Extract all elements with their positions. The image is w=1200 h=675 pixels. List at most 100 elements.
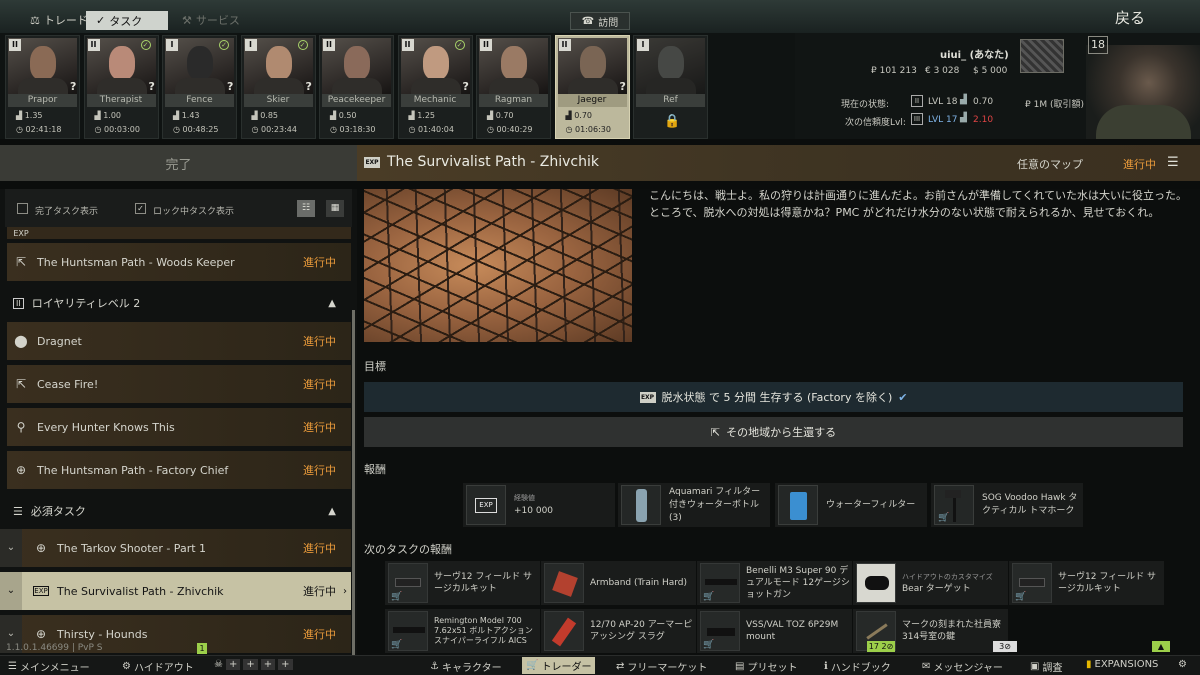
show-locked-checkbox[interactable]: ✓	[135, 203, 146, 214]
quest-huntsman-woods[interactable]: ⇱ The Huntsman Path - Woods Keeper 進行中	[7, 243, 351, 281]
trader-rep: ▟ 1.25	[408, 111, 436, 120]
trader-card-therapist[interactable]: II ✓? Therapist ▟ 1.00 ◷ 00:03:00	[83, 35, 159, 139]
tab-services[interactable]: ⚒ サービス	[172, 10, 250, 30]
next-reward-item[interactable]: Armband (Train Hard)	[541, 561, 696, 605]
rewards-label: 報酬	[364, 463, 386, 476]
next-level-label: 次の信頼度Lvl:	[845, 118, 906, 128]
grid-view-icon[interactable]: ▦	[326, 200, 344, 217]
list-view-icon[interactable]: ☷	[297, 200, 315, 217]
trader-timer: ◷ 00:40:29	[487, 125, 533, 134]
crosshair-icon: ⊕	[15, 463, 27, 477]
trader-card-peacekeeper[interactable]: II Peacekeeper ▟ 0.50 ◷ 03:18:30	[319, 35, 394, 139]
tab-tasks[interactable]: ✓ タスク	[86, 11, 168, 30]
trader-card-ragman[interactable]: II Ragman ▟ 0.70 ◷ 00:40:29	[476, 35, 551, 139]
filter-icon	[778, 485, 818, 525]
question-icon: ?	[619, 80, 626, 93]
next-reward-item[interactable]: ハイドアウトのカスタマイズ Bear ターゲット	[853, 561, 1008, 605]
next-reward-item[interactable]: 🛒 VSS/VAL TOZ 6P29M mount	[697, 609, 852, 653]
quest-every-hunter[interactable]: ⚲ Every Hunter Knows This 進行中	[7, 408, 351, 446]
trader-card-fence[interactable]: I ✓? Fence ▟ 1.43 ◷ 00:48:25	[162, 35, 237, 139]
rep-icon: ▟	[487, 111, 496, 120]
next-reward-item[interactable]: 🛒 Remington Model 700 7.62x51 ボルトアクションスナイ…	[385, 609, 540, 653]
survey-button[interactable]: ▣ 調査	[1030, 659, 1062, 674]
menu-icon: ☰	[8, 661, 17, 672]
traders-button[interactable]: 🛒 トレーダー	[522, 657, 596, 674]
quick-slots[interactable]: ☠ + + + +	[214, 659, 293, 670]
settings-icon[interactable]: ⚙	[1178, 659, 1187, 670]
clock-icon: ◷	[94, 125, 105, 134]
visit-button[interactable]: ☎ 訪問	[570, 12, 630, 30]
presets-button[interactable]: ▤ プリセット	[735, 659, 797, 674]
dollars-amount: $ 5 000	[973, 66, 1008, 76]
next-reward-item[interactable]: 🛒 サーヴ12 フィールド サージカルキット	[1009, 561, 1164, 605]
trader-card-prapor[interactable]: II? Prapor ▟ 1.35 ◷ 02:41:18	[5, 35, 80, 139]
trader-level-badge: II	[480, 39, 492, 51]
next-rep: 2.10	[973, 115, 994, 125]
mount-icon: 🛒	[700, 611, 740, 651]
quest-huntsman-factory[interactable]: ⊕ The Huntsman Path - Factory Chief 進行中	[7, 451, 351, 489]
trader-card-ref[interactable]: I Ref 🔒	[633, 35, 708, 139]
objectives-label: 目標	[364, 360, 386, 373]
surgical-kit-icon: 🛒	[388, 563, 428, 603]
chevron-right-icon: ›	[343, 585, 347, 597]
next-reward-item[interactable]: 🛒 サーヴ12 フィールド サージカルキット	[385, 561, 540, 605]
reward-tomahawk[interactable]: 🛒 SOG Voodoo Hawk タクティカル トマホーク	[931, 483, 1083, 527]
completed-tab[interactable]: 完了	[0, 145, 357, 181]
version-label: 1.1.0.1.46699 | PvP S	[6, 643, 103, 653]
next-reward-item[interactable]: 12/70 AP-20 アーマーピアッシング スラグ	[541, 609, 696, 653]
rep-icon: ▟	[16, 111, 25, 120]
plus-icon: +	[225, 659, 241, 670]
scrollbar[interactable]	[352, 310, 355, 655]
character-button[interactable]: ⚓ キャラクター	[430, 659, 502, 674]
chevron-down-icon[interactable]: ⌄	[0, 572, 22, 610]
trader-rep: ▟ 0.70	[487, 111, 514, 120]
warning-icon: ▲	[1152, 641, 1170, 652]
reward-water-bottle[interactable]: Aquamari フィルター付きウォーターボトル (3)	[618, 483, 770, 527]
reward-water-filter[interactable]: ウォーターフィルター	[775, 483, 927, 527]
loyalty-group-header[interactable]: II ロイヤリティレベル 2 ▲	[7, 289, 351, 317]
trader-card-skier[interactable]: I ✓? Skier ▟ 0.85 ◷ 00:23:44	[240, 35, 316, 139]
crosshair-icon: ⊕	[35, 541, 47, 555]
chevron-up-icon: ▲	[328, 505, 336, 517]
quest-status: 進行中	[1123, 158, 1156, 171]
trader-timer: ◷ 02:41:18	[16, 125, 62, 134]
quest-tarkov-shooter[interactable]: ⊕ The Tarkov Shooter - Part 1 進行中	[7, 529, 351, 567]
quest-image	[364, 189, 632, 342]
rep-icon: ▟	[960, 95, 967, 105]
required-group-header[interactable]: ☰ 必須タスク ▲	[7, 497, 351, 525]
flea-market-button[interactable]: ⇄ フリーマーケット	[616, 659, 707, 674]
trader-level-badge: II	[401, 39, 414, 51]
expansions-button[interactable]: ▮ EXPANSIONS	[1086, 659, 1158, 670]
rifle-icon: 🛒	[388, 611, 428, 651]
question-icon: ?	[462, 80, 469, 93]
reward-experience[interactable]: EXP 経験値 +10 000	[463, 483, 615, 527]
trader-name: Skier	[243, 94, 313, 107]
trader-body	[96, 78, 147, 94]
trader-strip: II? Prapor ▟ 1.35 ◷ 02:41:18 II ✓? Therapist ▟ …	[0, 33, 795, 139]
next-rewards-label: 次のタスクの報酬	[364, 543, 452, 556]
next-reward-item[interactable]: 🛒 Benelli M3 Super 90 デュアルモード 12ゲージショットガン	[697, 561, 852, 605]
quest-survivalist-zhivchik[interactable]: EXP The Survivalist Path - Zhivchik 進行中 ›	[7, 572, 351, 610]
trader-card-mechanic[interactable]: II ✓? Mechanic ▟ 1.25 ◷ 01:40:04	[397, 35, 473, 139]
trader-rep: ▟ 0.70	[565, 111, 593, 120]
quest-ceasefire[interactable]: ⇱ Cease Fire! 進行中	[7, 365, 351, 403]
clock-icon: ◷	[16, 125, 26, 134]
list-item[interactable]: EXP	[7, 227, 351, 239]
main-menu-button[interactable]: ☰ メインメニュー	[8, 659, 90, 674]
trader-card-jaeger[interactable]: II? Jaeger ▟ 0.70 ◷ 01:06:30	[554, 35, 630, 139]
back-button[interactable]: 戻る	[1115, 7, 1145, 28]
clock-icon: ◷	[173, 125, 183, 134]
hideout-button[interactable]: ⚙ ハイドアウト	[122, 659, 194, 674]
menu-icon[interactable]: ☰	[1167, 155, 1179, 170]
messenger-button[interactable]: ✉ メッセンジャー	[922, 659, 1003, 674]
handbook-button[interactable]: ℹ ハンドブック	[824, 659, 891, 674]
surgical-kit-icon: 🛒	[1012, 563, 1052, 603]
rep-icon: ▟	[408, 111, 418, 120]
chevron-down-icon[interactable]: ⌄	[0, 529, 22, 567]
quest-dragnet[interactable]: ⬤ Dragnet 進行中	[7, 322, 351, 360]
show-completed-checkbox[interactable]	[17, 203, 28, 214]
plus-icon: +	[260, 659, 276, 670]
roubles-amount: ₽ 101 213	[871, 66, 917, 76]
trader-level-badge: II	[558, 39, 571, 51]
chevron-up-icon: ▲	[328, 297, 336, 309]
